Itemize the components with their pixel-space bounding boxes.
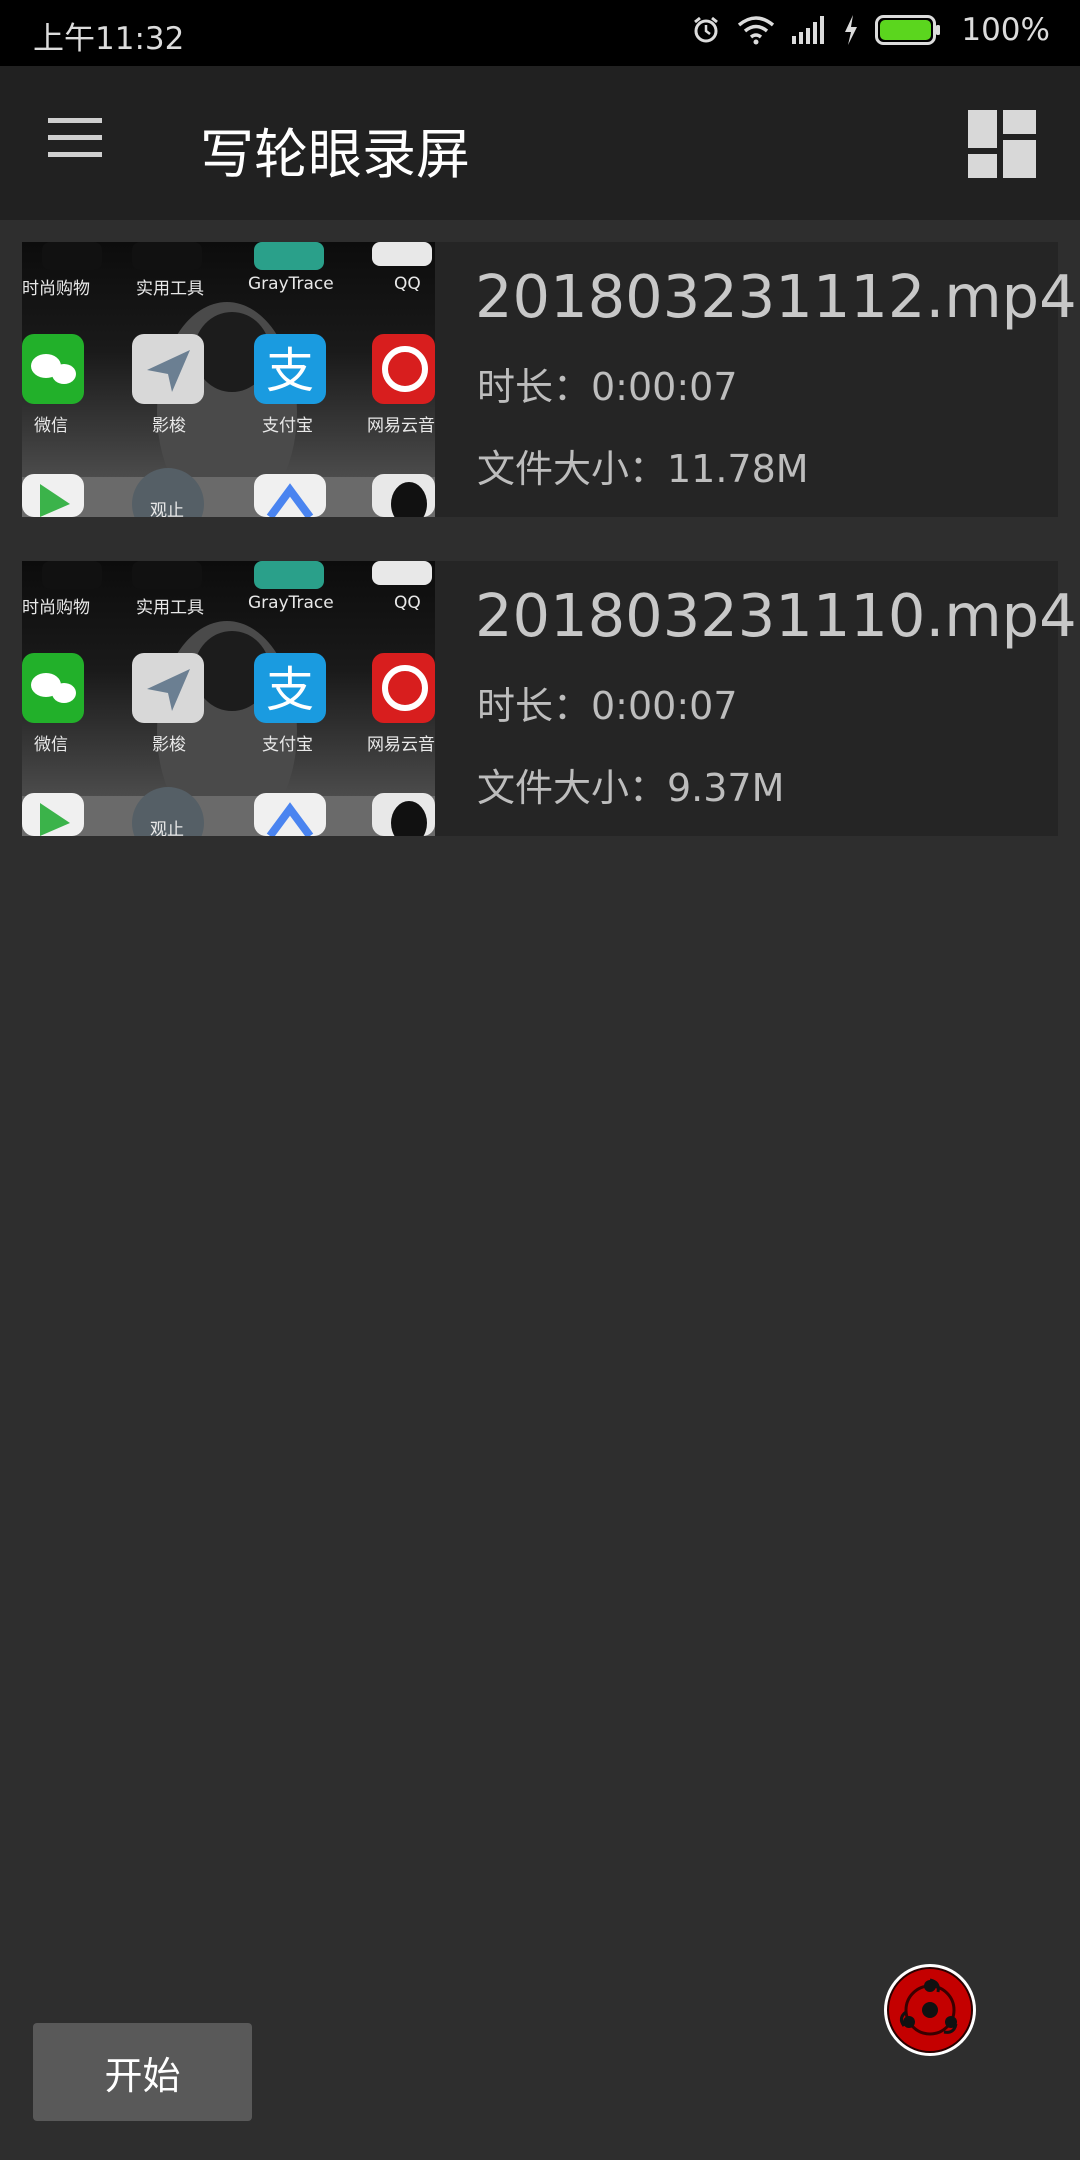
thumb-app-label: GrayTrace [248, 274, 334, 294]
thumb-app-label: GrayTrace [248, 593, 334, 613]
thumb-app-label: 时尚购物 [22, 598, 90, 618]
thumb-app-label: 影梭 [152, 735, 186, 755]
svg-text:支: 支 [266, 343, 314, 399]
thumb-app-label: 微信 [34, 416, 68, 436]
video-thumbnail: 支 时尚购物 实用工具 GrayTrace QQ 微信 影梭 支付宝 网易云音乐… [22, 561, 435, 836]
signal-icon [792, 16, 825, 44]
thumb-app-label: 网易云音乐 [367, 735, 435, 755]
video-item[interactable]: 支 时尚购物 实用工具 GrayTrace QQ 微信 影梭 支付宝 网易云音乐… [22, 561, 1077, 836]
thumb-app-label: 观止 [150, 820, 184, 836]
sharingan-icon[interactable] [882, 1962, 978, 2058]
video-file-name: 201803231112.mp4 [475, 262, 1077, 331]
thumb-app-label: 实用工具 [136, 279, 204, 299]
app-title: 写轮眼录屏 [200, 123, 470, 186]
battery-percent: 100% [961, 12, 1050, 48]
thumb-app-label: 观止 [150, 501, 184, 517]
app-bar: 写轮眼录屏 [0, 66, 1080, 220]
alarm-icon [694, 16, 719, 43]
thumb-app-label: 网易云音乐 [367, 416, 435, 436]
video-item[interactable]: 支 时尚购物 实用工具 GrayTrace QQ 微信 影梭 支付宝 网易云音乐… [22, 242, 1077, 517]
wifi-icon [738, 16, 775, 45]
thumb-app-label: 实用工具 [136, 598, 204, 618]
thumb-app-label: 微信 [34, 735, 68, 755]
start-button[interactable]: 开始 [33, 2023, 252, 2121]
thumb-app-label: 支付宝 [262, 416, 313, 436]
menu-icon[interactable] [48, 118, 102, 158]
svg-text:支: 支 [266, 662, 314, 718]
thumb-app-label: QQ [394, 274, 421, 294]
thumb-app-label: 时尚购物 [22, 279, 90, 299]
thumb-app-label: QQ [394, 593, 421, 613]
video-file-size: 文件大小：11.78M [477, 447, 809, 491]
video-duration: 时长：0:00:07 [477, 365, 738, 409]
charging-icon [845, 15, 858, 45]
thumb-app-label: 支付宝 [262, 735, 313, 755]
video-file-name: 201803231110.mp4 [475, 581, 1077, 650]
status-bar: 上午11:32 100% [0, 0, 1080, 66]
layout-grid-icon[interactable] [968, 110, 1036, 178]
battery-icon [875, 15, 941, 45]
video-thumbnail: 支 时尚购物 实用工具 GrayTrace QQ 微信 影梭 支付宝 网易云音乐… [22, 242, 435, 517]
video-list: 支 时尚购物 实用工具 GrayTrace QQ 微信 影梭 支付宝 网易云音乐… [22, 242, 1077, 880]
thumb-app-label: 影梭 [152, 416, 186, 436]
status-icons: 100% [691, 12, 1050, 48]
video-file-size: 文件大小：9.37M [477, 766, 785, 810]
video-duration: 时长：0:00:07 [477, 684, 738, 728]
status-time: 上午11:32 [33, 21, 185, 57]
